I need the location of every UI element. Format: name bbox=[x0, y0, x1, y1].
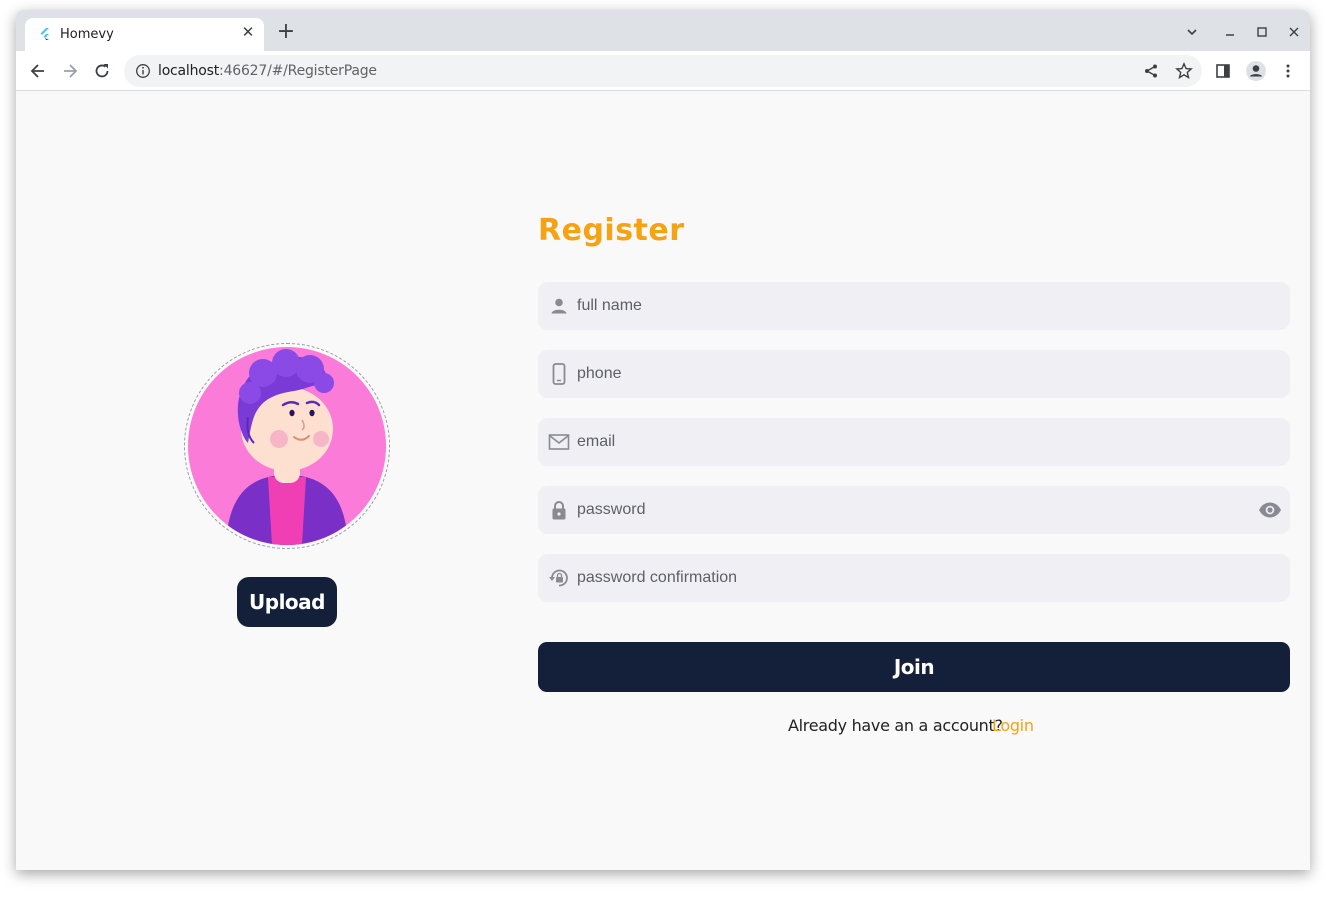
reload-icon[interactable] bbox=[91, 60, 113, 82]
password-confirmation-field[interactable] bbox=[538, 554, 1290, 602]
mail-icon bbox=[547, 430, 571, 454]
join-button[interactable]: Join bbox=[538, 642, 1290, 692]
password-field[interactable] bbox=[538, 486, 1290, 534]
kebab-menu-icon[interactable] bbox=[1277, 60, 1299, 82]
smartphone-icon bbox=[547, 362, 571, 386]
login-link[interactable]: Login bbox=[992, 716, 1034, 735]
person-icon bbox=[547, 294, 571, 318]
browser-tab[interactable]: Homevy ✕ bbox=[25, 18, 264, 51]
address-bar[interactable]: localhost:46627/#/RegisterPage bbox=[124, 55, 1202, 87]
flutter-icon bbox=[38, 27, 52, 41]
upload-button[interactable]: Upload bbox=[237, 577, 337, 627]
lock-reset-icon bbox=[547, 566, 571, 590]
arrow-left-icon[interactable] bbox=[27, 60, 49, 82]
full-name-field[interactable] bbox=[538, 282, 1290, 330]
close-window-icon[interactable] bbox=[1284, 22, 1304, 42]
url-path: :46627/#/RegisterPage bbox=[219, 63, 377, 79]
side-panel-icon[interactable] bbox=[1212, 60, 1234, 82]
already-account-text: Already have an a account? bbox=[788, 716, 1003, 735]
avatar-frame[interactable] bbox=[184, 343, 390, 549]
eye-icon[interactable] bbox=[1258, 498, 1282, 522]
tab-title: Homevy bbox=[60, 27, 114, 42]
minimize-icon[interactable] bbox=[1220, 22, 1240, 42]
maximize-icon[interactable] bbox=[1252, 22, 1272, 42]
lock-icon bbox=[547, 498, 571, 522]
browser-toolbar: localhost:46627/#/RegisterPage bbox=[16, 51, 1310, 91]
browser-window: Homevy ✕ + localhost:46627/#/RegisterPag… bbox=[16, 10, 1310, 870]
arrow-right-icon[interactable] bbox=[59, 60, 81, 82]
info-icon[interactable] bbox=[135, 63, 151, 79]
close-tab-icon[interactable]: ✕ bbox=[239, 24, 257, 42]
email-input[interactable] bbox=[577, 418, 1237, 466]
avatar bbox=[188, 347, 386, 545]
page-title: Register bbox=[538, 213, 685, 248]
new-tab-button[interactable]: + bbox=[276, 21, 296, 43]
password-confirmation-input[interactable] bbox=[577, 554, 1237, 602]
tab-strip: Homevy ✕ + bbox=[16, 10, 1310, 51]
phone-input[interactable] bbox=[577, 350, 1237, 398]
url-text[interactable]: localhost:46627/#/RegisterPage bbox=[158, 63, 377, 79]
share-icon[interactable] bbox=[1143, 63, 1159, 79]
email-field[interactable] bbox=[538, 418, 1290, 466]
phone-field[interactable] bbox=[538, 350, 1290, 398]
avatar-illustration bbox=[226, 349, 348, 545]
chevron-down-icon[interactable] bbox=[1182, 22, 1202, 42]
full-name-input[interactable] bbox=[577, 282, 1237, 330]
password-input[interactable] bbox=[577, 486, 1237, 534]
profile-icon[interactable] bbox=[1245, 60, 1267, 82]
url-host: localhost bbox=[158, 63, 220, 79]
star-icon[interactable] bbox=[1175, 62, 1193, 80]
register-page: Upload Register full name phone email Jo… bbox=[16, 91, 1310, 870]
